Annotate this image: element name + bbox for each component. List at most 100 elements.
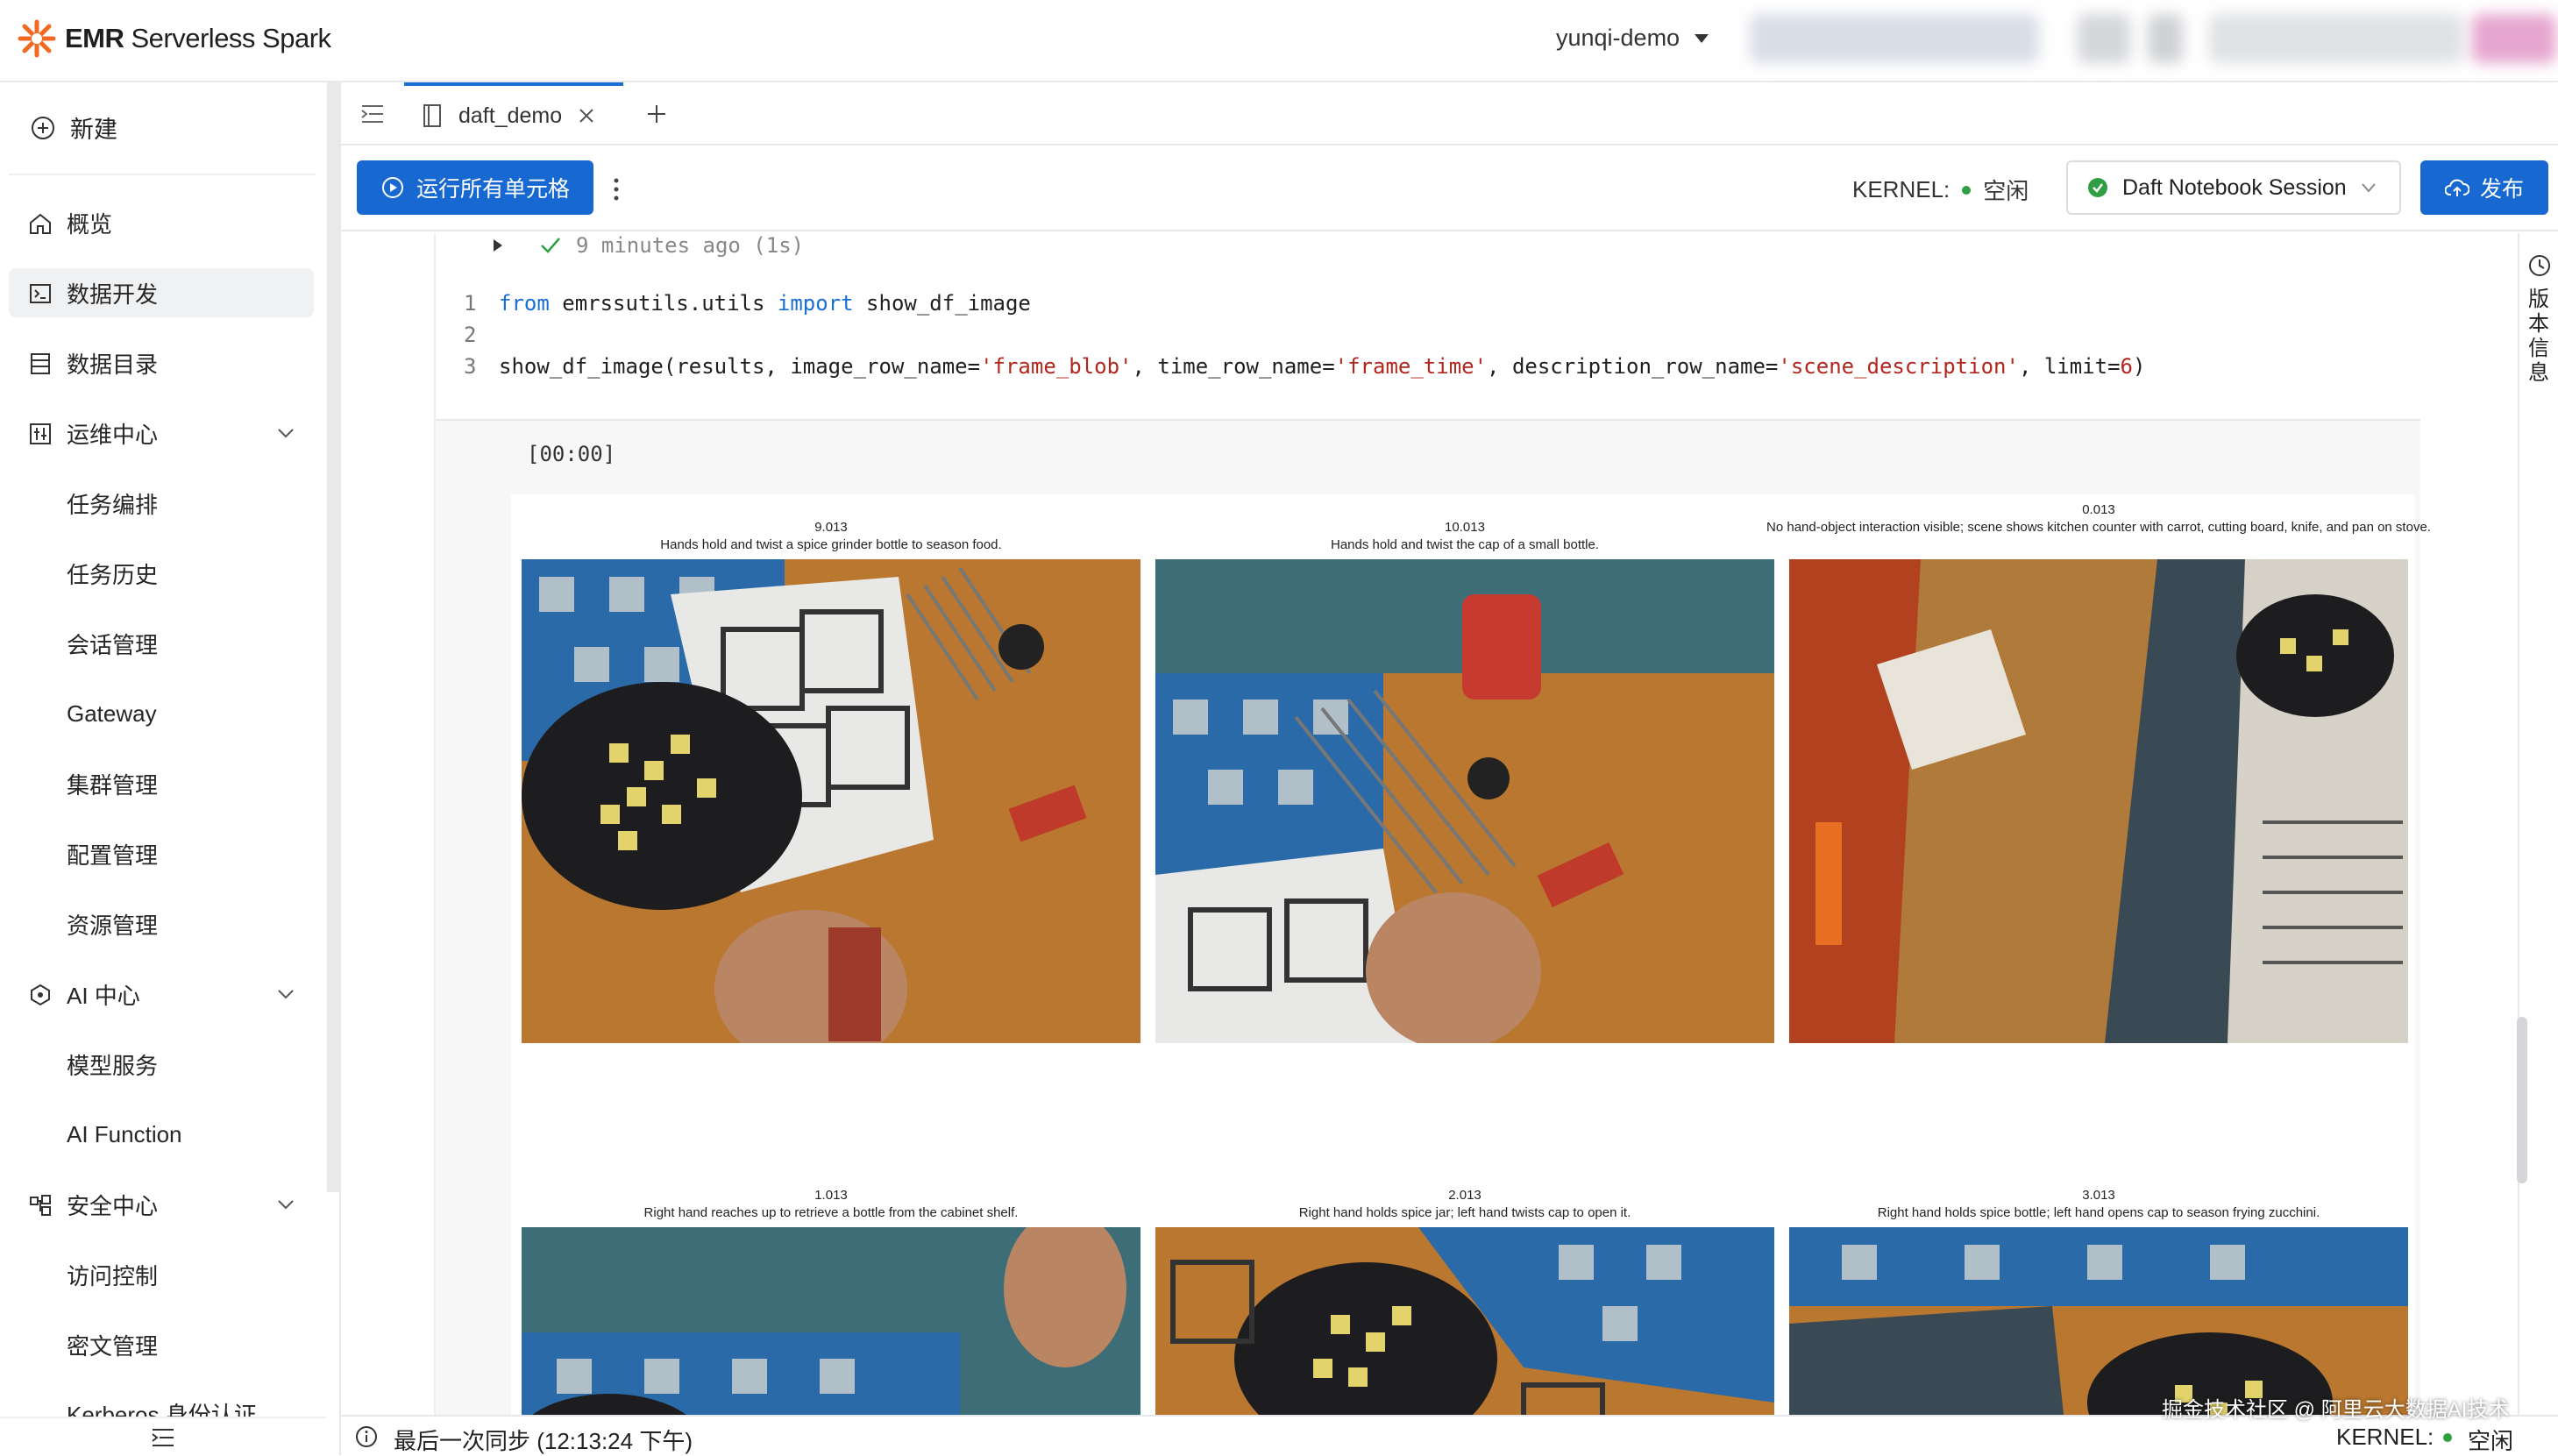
publish-label: 发布: [2479, 177, 2524, 202]
sidebar-item-label: 运维中心: [67, 421, 159, 448]
kernel-state: 空闲: [1983, 178, 2029, 204]
frame-description: Hands hold and twist the cap of a small …: [1330, 537, 1599, 552]
logo[interactable]: EMR Serverless Spark: [18, 19, 331, 58]
kernel-status-dot: [2443, 1433, 2452, 1442]
check-circle-icon: [2088, 178, 2107, 197]
publish-button[interactable]: 发布: [2420, 160, 2548, 215]
blurred-region: [2209, 14, 2463, 63]
expand-triangle-icon[interactable]: [492, 238, 504, 253]
play-circle-icon: [382, 177, 403, 198]
sidebar-item-data-dev[interactable]: 数据开发: [9, 268, 314, 317]
run-all-button[interactable]: 运行所有单元格: [357, 160, 593, 215]
catalog-icon: [31, 353, 50, 374]
code-line: 1 from emrssutils.utils import show_df_i…: [464, 288, 2145, 319]
sidebar-item-ai-function[interactable]: AI Function: [9, 1110, 314, 1159]
blurred-region: [1750, 14, 2039, 63]
add-tab-icon[interactable]: [646, 103, 667, 124]
sidebar-scrollbar[interactable]: [327, 82, 339, 1192]
sidebar-item-cluster-mgmt[interactable]: 集群管理: [9, 759, 314, 808]
chevron-down-icon: [2361, 183, 2376, 193]
sidebar-item-label: 资源管理: [67, 912, 159, 939]
cloud-upload-icon: [2444, 179, 2469, 196]
main-scrollbar-thumb[interactable]: [2517, 1017, 2527, 1183]
run-all-label: 运行所有单元格: [416, 177, 571, 202]
sidebar-item-label: Gateway: [67, 700, 157, 727]
frame-description: Right hand holds spice bottle; left hand…: [1877, 1205, 2320, 1220]
caret-down-icon: [1695, 33, 1709, 43]
sidebar-item-label: AI 中心: [67, 982, 140, 1009]
divider: [9, 174, 316, 175]
version-info-panel[interactable]: 版本信息: [2518, 233, 2558, 1415]
sidebar-item-security-center[interactable]: 安全中心: [9, 1180, 314, 1229]
sidebar-item-catalog[interactable]: 数据目录: [9, 338, 314, 387]
sidebar-item-overview[interactable]: 概览: [9, 198, 314, 247]
tab-daft-demo[interactable]: daft_demo: [404, 82, 623, 146]
collapse-menu-icon[interactable]: [151, 1427, 175, 1448]
code-token: , description_row_name=: [1487, 354, 1779, 379]
emr-logo-icon: [18, 19, 56, 58]
sidebar-item-task-history[interactable]: 任务历史: [9, 549, 314, 598]
frame-time: 0.013: [2082, 502, 2115, 517]
sidebar-item-ai-center[interactable]: AI 中心: [9, 969, 314, 1019]
sidebar-item-label: AI Function: [67, 1120, 182, 1147]
frame-time: 9.013: [814, 520, 848, 535]
cell-exec-status: 9 minutes ago (1s): [492, 233, 804, 258]
code-line: 2: [464, 319, 2145, 351]
close-icon[interactable]: [578, 107, 595, 124]
code-editor[interactable]: 1 from emrssutils.utils import show_df_i…: [464, 288, 2145, 382]
blurred-region: [2148, 14, 2183, 63]
frame-description: No hand-object interaction visible; scen…: [1766, 520, 2431, 535]
chevron-down-icon: [278, 1200, 294, 1210]
sidebar-item-kerberos[interactable]: Kerberos 身份认证: [9, 1390, 314, 1417]
sidebar-item-ops[interactable]: 运维中心: [9, 408, 314, 458]
kernel-status-dot: [1962, 185, 1972, 195]
frame-image: [1155, 1227, 1774, 1415]
blurred-region: [2472, 14, 2556, 63]
tab-bar: daft_demo: [341, 82, 2558, 146]
session-selector[interactable]: Daft Notebook Session: [2066, 160, 2401, 215]
code-token: emrssutils.utils: [549, 291, 778, 316]
code-token: ): [2132, 354, 2146, 379]
notebook-main: 9 minutes ago (1s) 1 from emrssutils.uti…: [341, 233, 2515, 1415]
notebook-toolbar: 运行所有单元格 KERNEL: 空闲 Daft Notebook Session…: [341, 147, 2558, 231]
code-line: 3 show_df_image(results, image_row_name=…: [464, 351, 2145, 382]
home-icon: [30, 213, 51, 234]
frame-description: Right hand holds spice jar; left hand tw…: [1298, 1205, 1631, 1220]
clock-icon: [2529, 255, 2550, 276]
workspace-selector[interactable]: yunqi-demo: [1556, 25, 1709, 52]
version-info-label: 版本信息: [2528, 288, 2549, 385]
frame-time: 3.013: [2082, 1188, 2115, 1203]
app-title: EMR Serverless Spark: [65, 23, 331, 53]
check-icon: [541, 238, 560, 253]
sidebar-item-label: 任务历史: [67, 561, 159, 588]
sidebar-item-resource-mgmt[interactable]: 资源管理: [9, 899, 314, 948]
frame-image: [522, 1227, 1140, 1415]
blurred-region: [2078, 14, 2130, 63]
sidebar-item-label: 任务编排: [67, 491, 159, 518]
sidebar-item-label: 模型服务: [67, 1052, 159, 1079]
sidebar-item-secret-mgmt[interactable]: 密文管理: [9, 1320, 314, 1369]
toggle-outline-icon[interactable]: [360, 103, 385, 124]
code-token: show_df_image: [853, 291, 1031, 316]
sidebar-item-config-mgmt[interactable]: 配置管理: [9, 829, 314, 878]
new-button[interactable]: 新建: [30, 110, 117, 145]
code-token: show_df_image(results, image_row_name=: [499, 354, 981, 379]
top-bar: EMR Serverless Spark yunqi-demo: [0, 0, 2558, 82]
sidebar-item-task-orchestration[interactable]: 任务编排: [9, 479, 314, 528]
tab-label: daft_demo: [458, 103, 563, 128]
sidebar-item-gateway[interactable]: Gateway: [9, 689, 314, 738]
chevron-down-icon: [278, 429, 294, 438]
more-vertical-icon[interactable]: [613, 177, 620, 202]
chevron-down-icon: [278, 990, 294, 999]
sidebar-item-model-service[interactable]: 模型服务: [9, 1040, 314, 1089]
frame-description: Right hand reaches up to retrieve a bott…: [643, 1205, 1019, 1220]
frame-image: [1789, 559, 2408, 1043]
sidebar-item-session-mgmt[interactable]: 会话管理: [9, 619, 314, 668]
sidebar-item-label: 概览: [67, 210, 113, 238]
sidebar-item-label: 访问控制: [67, 1262, 159, 1289]
line-number: 1: [464, 291, 477, 316]
security-icon: [30, 1195, 51, 1216]
sidebar-item-access-control[interactable]: 访问控制: [9, 1250, 314, 1299]
kernel-label: KERNEL:: [1852, 176, 1950, 202]
code-token: from: [499, 291, 550, 316]
